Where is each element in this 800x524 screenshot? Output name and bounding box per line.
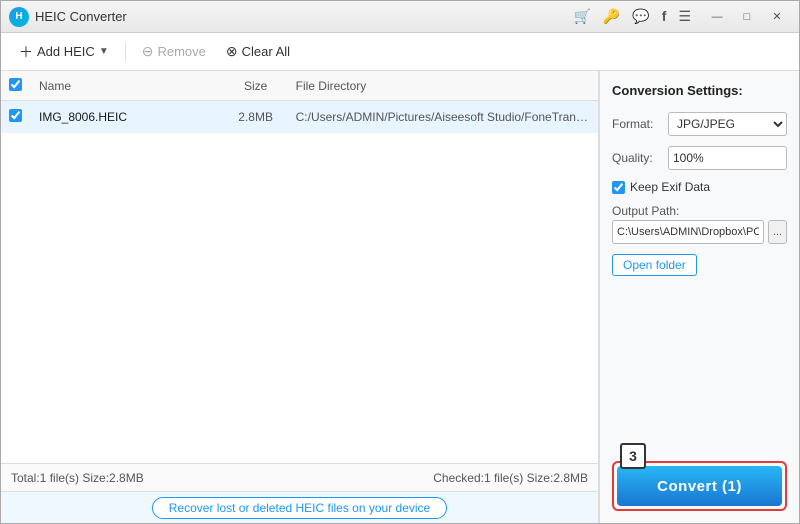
quality-row: Quality: ▲ ▼ xyxy=(612,146,787,170)
add-heic-button[interactable]: ＋ Add HEIC ▼ xyxy=(11,38,117,66)
clear-icon: ⊗ xyxy=(226,43,238,60)
chat-icon[interactable]: 💬 xyxy=(632,8,649,25)
minus-icon: ⊖ xyxy=(142,43,154,60)
minimize-button[interactable]: — xyxy=(703,6,731,28)
keep-exif-checkbox[interactable] xyxy=(612,181,625,194)
row-checkbox[interactable] xyxy=(9,109,22,122)
column-header-size: Size xyxy=(216,79,296,93)
key-icon[interactable]: 🔑 xyxy=(603,8,620,25)
open-folder-button[interactable]: Open folder xyxy=(612,254,697,276)
quality-label: Quality: xyxy=(612,151,662,165)
format-select[interactable]: JPG/JPEG PNG BMP TIFF GIF xyxy=(668,112,787,136)
quality-input[interactable] xyxy=(669,151,787,165)
toolbar: ＋ Add HEIC ▼ ⊖ Remove ⊗ Clear All xyxy=(1,33,799,71)
keep-exif-row: Keep Exif Data xyxy=(612,180,787,194)
table-row: IMG_8006.HEIC 2.8MB C:/Users/ADMIN/Pictu… xyxy=(1,101,598,133)
cart-icon[interactable]: 🛒 xyxy=(573,8,590,25)
table-header: Name Size File Directory xyxy=(1,71,598,101)
window-controls: — □ ✕ xyxy=(703,6,791,28)
status-total: Total:1 file(s) Size:2.8MB xyxy=(11,471,413,485)
file-directory: C:/Users/ADMIN/Pictures/Aiseesoft Studio… xyxy=(296,110,590,124)
app-icon: H xyxy=(9,7,29,27)
remove-label: Remove xyxy=(157,44,205,59)
quality-spinner: ▲ ▼ xyxy=(668,146,787,170)
settings-title: Conversion Settings: xyxy=(612,83,787,98)
header-checkbox-cell xyxy=(9,78,39,94)
file-name: IMG_8006.HEIC xyxy=(39,110,216,124)
add-heic-label: Add HEIC xyxy=(37,44,95,59)
format-label: Format: xyxy=(612,117,662,131)
settings-panel: Conversion Settings: Format: JPG/JPEG PN… xyxy=(599,71,799,523)
output-path-row: ... xyxy=(612,220,787,244)
keep-exif-label[interactable]: Keep Exif Data xyxy=(630,180,710,194)
step-badge: 3 xyxy=(620,443,646,469)
file-size: 2.8MB xyxy=(216,110,296,124)
status-checked: Checked:1 file(s) Size:2.8MB xyxy=(433,471,588,485)
maximize-button[interactable]: □ xyxy=(733,6,761,28)
column-header-directory: File Directory xyxy=(296,79,590,93)
column-header-name: Name xyxy=(39,79,216,93)
output-path-input[interactable] xyxy=(612,220,764,244)
remove-button[interactable]: ⊖ Remove xyxy=(134,39,214,64)
format-row: Format: JPG/JPEG PNG BMP TIFF GIF xyxy=(612,112,787,136)
status-bar: Total:1 file(s) Size:2.8MB Checked:1 fil… xyxy=(1,463,598,491)
menu-icon[interactable]: ☰ xyxy=(678,8,691,25)
add-dropdown-arrow[interactable]: ▼ xyxy=(99,46,109,57)
select-all-checkbox[interactable] xyxy=(9,78,22,91)
app-title: HEIC Converter xyxy=(35,9,573,24)
close-button[interactable]: ✕ xyxy=(763,6,791,28)
facebook-icon[interactable]: f xyxy=(662,8,667,25)
title-bar-icons: 🛒 🔑 💬 f ☰ xyxy=(573,8,691,25)
clear-all-label: Clear All xyxy=(242,44,290,59)
row-checkbox-cell xyxy=(9,109,39,125)
output-path-section: Output Path: ... xyxy=(612,204,787,244)
plus-icon: ＋ xyxy=(19,42,33,62)
recovery-button[interactable]: Recover lost or deleted HEIC files on yo… xyxy=(152,497,447,519)
title-bar: H HEIC Converter 🛒 🔑 💬 f ☰ — □ ✕ xyxy=(1,1,799,33)
toolbar-separator-1 xyxy=(125,42,126,62)
browse-button[interactable]: ... xyxy=(768,220,787,244)
recovery-bar: Recover lost or deleted HEIC files on yo… xyxy=(1,491,598,523)
main-content: Name Size File Directory IMG_8006.HEIC 2… xyxy=(1,71,799,523)
convert-button[interactable]: Convert (1) xyxy=(617,466,782,506)
file-panel: Name Size File Directory IMG_8006.HEIC 2… xyxy=(1,71,599,523)
output-path-label: Output Path: xyxy=(612,204,787,218)
clear-all-button[interactable]: ⊗ Clear All xyxy=(218,39,298,64)
convert-area: 3 Convert (1) xyxy=(612,461,787,511)
table-body: IMG_8006.HEIC 2.8MB C:/Users/ADMIN/Pictu… xyxy=(1,101,598,463)
